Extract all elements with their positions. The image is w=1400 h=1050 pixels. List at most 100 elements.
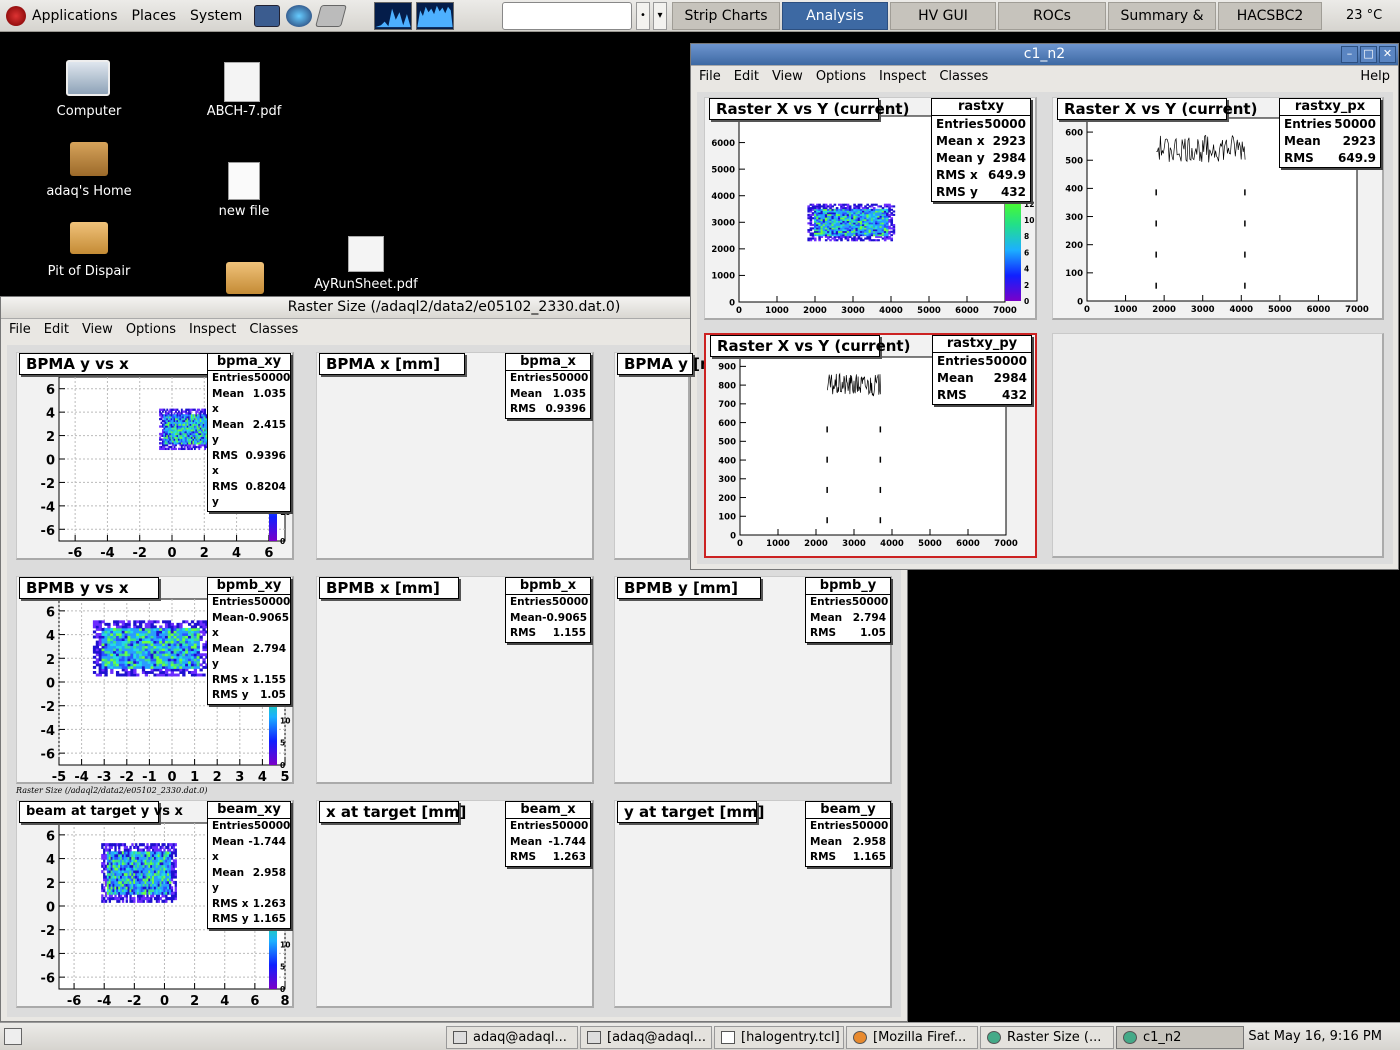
folder-icon[interactable] (226, 262, 264, 294)
new-file-icon[interactable] (228, 162, 260, 200)
heatmap-cell (174, 891, 177, 895)
places-menu[interactable]: Places (132, 8, 177, 24)
pad-bpma_y[interactable]: -6020406080100BPMA y [mm] (614, 352, 738, 560)
heatmap-cell (164, 660, 169, 664)
heatmap-cell (187, 655, 192, 659)
redhat-icon[interactable] (6, 5, 26, 26)
pad-rastxy_px[interactable]: 0 1000 2000 3000 4000 5000 6000 7000 0 100 200 300 4… (1052, 97, 1384, 320)
tab-hv-gui[interactable]: HV GUI (890, 2, 996, 30)
heatmap-cell (113, 660, 117, 664)
heatmap-cell (179, 640, 183, 644)
heatmap-cell (121, 645, 125, 649)
pad-rastxy[interactable]: 0 1000 2000 3000 4000 5000 6000 7000 0 1000 2000 30… (704, 97, 1037, 320)
stats-value: 50000 (851, 820, 889, 832)
pad-beam_x[interactable]: -6-4-20246801020304050607080x at target … (316, 800, 594, 1008)
clock[interactable]: Sat May 16, 9:16 PM (1248, 1029, 1382, 1044)
applications-menu[interactable]: Applications (32, 8, 118, 24)
menu-view[interactable]: View (82, 319, 113, 341)
heatmap-cell (162, 650, 166, 654)
menu-view[interactable]: View (772, 66, 803, 88)
menu-file[interactable]: File (9, 319, 31, 341)
pad-rastxy_py[interactable]: 0 1000 2000 3000 4000 5000 6000 7000 0 100 200 300 4… (704, 333, 1037, 558)
cpu-monitor-icon[interactable] (374, 2, 412, 30)
pad-bpmb_x[interactable]: -6-4-2024601020304050607080BPMB x [mm]bp… (316, 576, 594, 784)
calculator-launcher-icon[interactable] (315, 4, 348, 27)
system-menu[interactable]: System (190, 8, 242, 24)
stats-key: Entries (510, 372, 552, 384)
menu-classes[interactable]: Classes (939, 66, 988, 88)
taskbar-item-halogentry[interactable]: [halogentry.tcl] (714, 1026, 844, 1049)
pad-bpma_x[interactable]: -6-4-20246020406080100BPMA x [mm]bpma_xE… (316, 352, 594, 560)
heatmap-cell (170, 671, 174, 674)
close-icon[interactable]: ✕ (1379, 46, 1396, 63)
menu-inspect[interactable]: Inspect (879, 66, 926, 88)
heatmap-cell (187, 660, 192, 664)
heatmap-cell (113, 648, 117, 652)
pad-bpma_xy[interactable]: -6-4-20246-6-4-202460102030BPMA y vs xbp… (16, 352, 294, 561)
heatmap-cell (124, 673, 128, 677)
heatmap-cell (133, 638, 137, 642)
menu-options[interactable]: Options (816, 66, 866, 88)
terminal-launcher-icon[interactable] (254, 4, 281, 27)
computer-icon[interactable] (66, 60, 110, 96)
tab-analysis[interactable]: Analysis (782, 2, 888, 30)
taskbar-item-terminal2[interactable]: [adaq@adaql... (580, 1026, 712, 1049)
heatmap-cell (127, 640, 131, 644)
pdf-file-icon[interactable] (348, 236, 384, 272)
heatmap-cell (174, 843, 177, 847)
stats-row: RMS x 649.9 (932, 167, 1030, 184)
home-folder-icon[interactable] (70, 142, 108, 176)
heatmap-cell (156, 668, 160, 672)
heatmap-cell (187, 653, 192, 657)
pad-beam_xy[interactable]: -6-4-202468-6-4-2024605101520beam at tar… (16, 800, 294, 1009)
menu-edit[interactable]: Edit (734, 66, 759, 88)
taskbar-item-c1n2[interactable]: c1_n2 (1116, 1026, 1244, 1049)
menu-inspect[interactable]: Inspect (189, 319, 236, 341)
heatmap-cell (193, 625, 198, 629)
heatmap-cell (150, 640, 154, 644)
heatmap-cell (136, 655, 140, 659)
heatmap-cell (202, 625, 206, 629)
heatmap-cell (173, 633, 177, 636)
pad-bpmb_xy[interactable]: -5-4-3-2-1012345-6-4-2024605101520BPMB y… (16, 576, 294, 785)
maximize-icon[interactable]: □ (1360, 46, 1377, 63)
tab-strip-charts[interactable]: Strip Charts (672, 2, 780, 30)
heatmap-cell (174, 875, 177, 879)
heatmap-cell (164, 663, 169, 667)
taskbar-item-raster[interactable]: Raster Size (... (980, 1026, 1114, 1049)
pad-empty[interactable] (1052, 333, 1384, 558)
heatmap-cell (103, 862, 106, 866)
y-tick-label: -2 (41, 924, 55, 939)
heatmap-cell (159, 633, 163, 636)
taskbar-item-firefox[interactable]: [Mozilla Firef... (846, 1026, 978, 1049)
menu-options[interactable]: Options (126, 319, 176, 341)
menu-help[interactable]: Help (1360, 66, 1390, 87)
pdf-file-icon[interactable] (224, 62, 260, 102)
net-monitor-icon[interactable] (416, 2, 454, 30)
stats-key: Mean (810, 835, 843, 848)
pad-bpmb_y[interactable]: -6-4-202460102030405060708090BPMB y [mm]… (614, 576, 892, 784)
heatmap-cell (170, 886, 174, 890)
command-entry[interactable] (502, 2, 632, 30)
c1-window-titlebar[interactable]: c1_n2 – □ ✕ (691, 44, 1398, 66)
show-desktop-icon[interactable] (4, 1028, 22, 1045)
entry-dropdown-button[interactable]: ▾ (653, 2, 667, 30)
stats-key: Mean (510, 611, 543, 624)
stats-row: RMS y 432 (932, 184, 1030, 201)
menu-file[interactable]: File (699, 66, 721, 88)
menu-classes[interactable]: Classes (249, 319, 298, 341)
tab-summary-bta[interactable]: Summary & BTA (1108, 2, 1216, 50)
folder-icon[interactable] (70, 222, 108, 254)
pad-beam_y[interactable]: -6-4-20246801020304050607080y at target … (614, 800, 892, 1008)
tab-rocs[interactable]: ROCs (998, 2, 1106, 30)
weather-applet[interactable]: 23 °C (1346, 8, 1382, 23)
menu-edit[interactable]: Edit (44, 319, 69, 341)
browser-launcher-icon[interactable] (286, 4, 313, 27)
tab-hacsbc2[interactable]: HACSBC2 (1218, 2, 1322, 30)
entry-dot-button[interactable]: • (636, 2, 650, 30)
minimize-icon[interactable]: – (1341, 46, 1358, 63)
heatmap-cell (162, 655, 166, 659)
heatmap-cell (141, 630, 146, 634)
heatmap-cell (107, 665, 111, 669)
taskbar-item-terminal1[interactable]: adaq@adaql... (446, 1026, 578, 1049)
